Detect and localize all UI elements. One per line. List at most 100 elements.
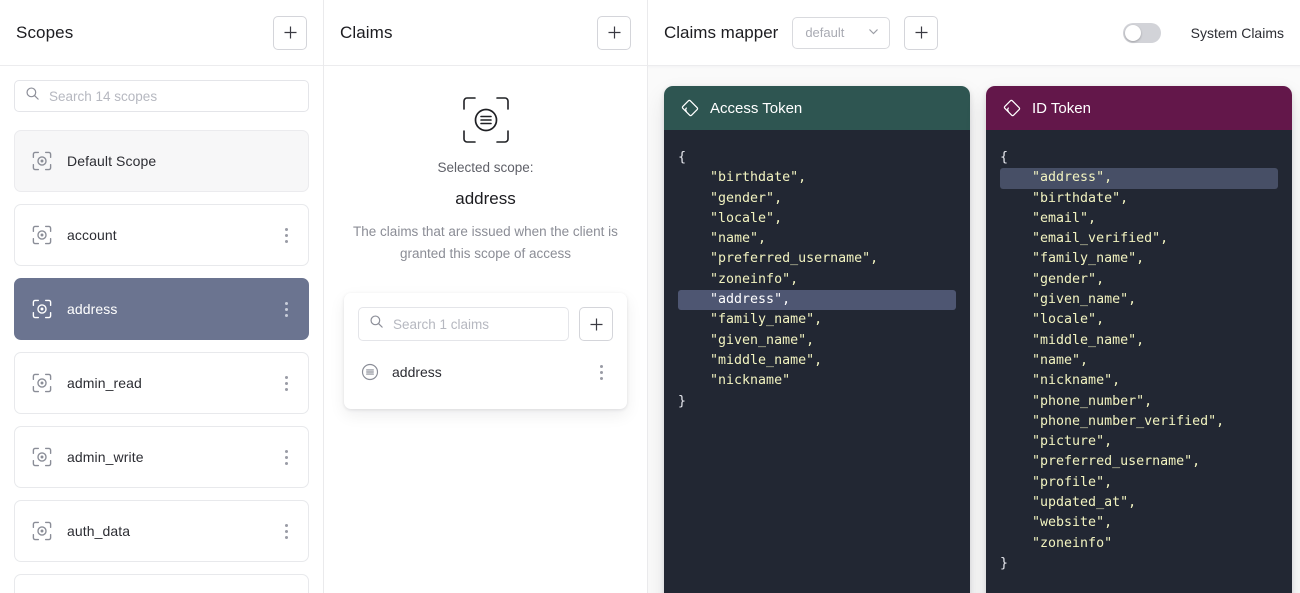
code-line: "picture", [986, 432, 1292, 452]
claims-card: address [344, 293, 627, 409]
code-line: "updated_at", [986, 493, 1292, 513]
scope-list-item[interactable]: email [14, 574, 309, 593]
claim-list-item[interactable]: address [358, 349, 613, 395]
code-line: "preferred_username", [664, 249, 970, 269]
code-line: "name", [664, 229, 970, 249]
mapper-header: Claims mapper default System Claims [648, 0, 1300, 66]
code-line: "nickname" [664, 371, 970, 391]
token-code-block: { "birthdate", "gender", "locale", "name… [664, 130, 970, 593]
scopes-header: Scopes [0, 0, 323, 66]
mapper-title: Claims mapper [664, 23, 778, 43]
row-menu-button[interactable] [285, 522, 288, 540]
plus-icon [914, 25, 929, 40]
scope-scan-icon [31, 298, 53, 320]
scope-list-item[interactable]: account [14, 204, 309, 266]
add-scope-button[interactable] [273, 16, 307, 50]
code-line: "phone_number_verified", [986, 412, 1292, 432]
scope-list-item[interactable]: auth_data [14, 500, 309, 562]
token-card-header: ID Token [986, 86, 1292, 130]
token-card-title: Access Token [710, 100, 802, 117]
ticket-tag-icon [1002, 98, 1022, 118]
scopes-body: Default Scope account address admin_read… [0, 66, 323, 593]
row-menu-button[interactable] [285, 374, 288, 392]
code-line: } [986, 554, 1292, 574]
mapper-select-value: default [805, 25, 844, 40]
scope-scan-icon [31, 520, 53, 542]
scope-scan-icon [31, 150, 53, 172]
mapper-select[interactable]: default [792, 17, 890, 49]
code-line: "middle_name", [664, 351, 970, 371]
code-line: "gender", [664, 189, 970, 209]
claims-body: Selected scope: address The claims that … [324, 66, 647, 593]
add-mapper-button[interactable] [904, 16, 938, 50]
code-line: "birthdate", [664, 168, 970, 188]
scope-item-label: admin_read [67, 375, 278, 391]
code-line: "family_name", [664, 310, 970, 330]
scope-search-input[interactable] [49, 89, 308, 104]
scope-scan-icon [31, 224, 53, 246]
scope-list-item[interactable]: admin_read [14, 352, 309, 414]
row-menu-button[interactable] [600, 363, 603, 381]
scope-scan-icon [31, 372, 53, 394]
claim-item-menu[interactable] [593, 363, 609, 381]
token-card-header: Access Token [664, 86, 970, 130]
row-menu-button[interactable] [285, 300, 288, 318]
claim-item-label: address [392, 364, 593, 380]
row-menu-button[interactable] [285, 448, 288, 466]
claim-search-box[interactable] [358, 307, 569, 341]
code-line: "given_name", [664, 331, 970, 351]
search-icon [25, 86, 40, 106]
add-claim-button[interactable] [597, 16, 631, 50]
scope-list-item[interactable]: admin_write [14, 426, 309, 488]
code-line: "phone_number", [986, 392, 1292, 412]
claim-search-input[interactable] [393, 317, 568, 332]
claims-mapper-panel: Claims mapper default System Claims Acce… [648, 0, 1300, 593]
code-line: "nickname", [986, 371, 1292, 391]
scope-item-menu[interactable] [278, 300, 294, 318]
token-cards-area: Access Token { "birthdate", "gender", "lo… [648, 66, 1300, 593]
add-claim-to-scope-button[interactable] [579, 307, 613, 341]
claims-header: Claims [324, 0, 647, 66]
scope-item-menu[interactable] [278, 522, 294, 540]
code-line: { [664, 148, 970, 168]
scope-item-menu[interactable] [278, 226, 294, 244]
scope-list-item[interactable]: Default Scope [14, 130, 309, 192]
claims-title: Claims [340, 23, 393, 43]
code-line: { [986, 148, 1292, 168]
scope-item-label: Default Scope [67, 153, 294, 169]
search-icon [369, 314, 384, 334]
claims-description: The claims that are issued when the clie… [344, 221, 627, 265]
code-line: "gender", [986, 270, 1292, 290]
scope-item-label: account [67, 227, 278, 243]
code-line: "locale", [664, 209, 970, 229]
scope-item-menu[interactable] [278, 374, 294, 392]
claim-list: address [358, 349, 613, 395]
scope-scan-icon [31, 446, 53, 468]
code-line-highlighted: "address", [678, 290, 956, 310]
ticket-tag-icon [680, 98, 700, 118]
chevron-down-icon [867, 25, 880, 41]
claims-mapper-app: Scopes Default Scope account address [0, 0, 1300, 593]
system-claims-toggle[interactable] [1123, 23, 1161, 43]
code-line: } [664, 392, 970, 412]
scope-item-menu[interactable] [278, 448, 294, 466]
scope-item-label: admin_write [67, 449, 278, 465]
token-card: Access Token { "birthdate", "gender", "lo… [664, 86, 970, 593]
code-line: "birthdate", [986, 189, 1292, 209]
claim-list-icon [360, 362, 380, 382]
code-line: "preferred_username", [986, 452, 1292, 472]
plus-icon [283, 25, 298, 40]
row-menu-button[interactable] [285, 226, 288, 244]
token-card: ID Token{ "address", "birthdate", "email… [986, 86, 1292, 593]
token-card-title: ID Token [1032, 100, 1091, 117]
code-line: "profile", [986, 473, 1292, 493]
scope-item-label: auth_data [67, 523, 278, 539]
plus-icon [589, 317, 604, 332]
scope-list-item[interactable]: address [14, 278, 309, 340]
code-line: "given_name", [986, 290, 1292, 310]
scopes-panel: Scopes Default Scope account address [0, 0, 324, 593]
code-line: "name", [986, 351, 1292, 371]
toggle-knob [1125, 25, 1141, 41]
scope-search-box[interactable] [14, 80, 309, 112]
code-line-highlighted: "address", [1000, 168, 1278, 188]
